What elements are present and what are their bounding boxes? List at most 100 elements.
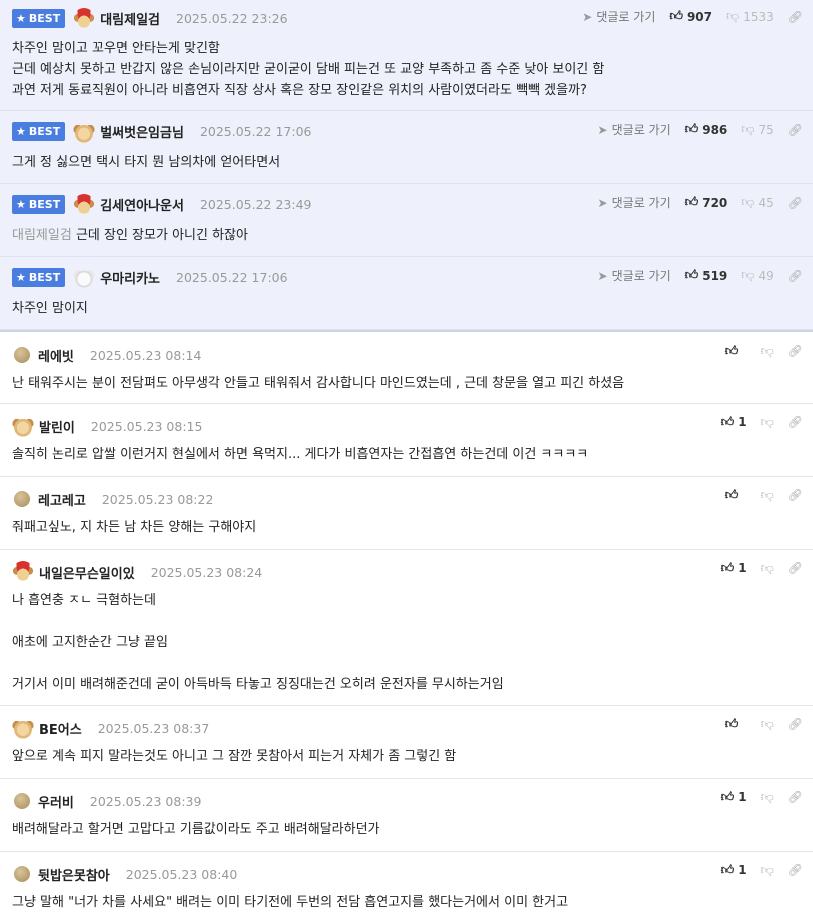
comment: 내일은무슨일이있 2025.05.23 08:24 👍︎ 1 👎︎ 🔗︎ 나 흡연…	[0, 550, 813, 706]
share-link-icon[interactable]: 🔗︎	[788, 790, 803, 804]
best-badge: ★ BEST	[12, 195, 66, 214]
upvote-button[interactable]: 👍︎ 1	[721, 863, 747, 877]
share-link-icon[interactable]: 🔗︎	[788, 269, 803, 283]
best-comment: ★ BEST 벌써벗은임금님 2025.05.22 17:06 ➤ 댓글로 가기 👍…	[0, 111, 813, 184]
nickname[interactable]: 김세연아나운서	[100, 195, 184, 214]
comment-body: 차주인 맘이지	[12, 301, 88, 316]
thumb-up-icon: 👍︎	[684, 195, 699, 210]
comment: 발린이 2025.05.23 08:15 👍︎ 1 👎︎ 🔗︎ 솔직히 논리로 압…	[0, 404, 813, 477]
star-icon: ★	[16, 125, 26, 138]
comment: 레고레고 2025.05.23 08:22 👍︎ 👎︎ 🔗︎ 줘패고싶노, 지 …	[0, 477, 813, 550]
nickname[interactable]: BE어스	[39, 719, 82, 738]
star-icon: ★	[16, 12, 26, 25]
comment-date: 2025.05.23 08:22	[101, 491, 214, 507]
share-link-icon[interactable]: 🔗︎	[788, 561, 803, 575]
thumb-down-icon: 👎︎	[760, 560, 774, 576]
share-link-icon[interactable]: 🔗︎	[788, 123, 803, 137]
upvote-button[interactable]: 👍︎ 720	[685, 196, 728, 210]
nickname[interactable]: 우러비	[38, 792, 74, 811]
comment-date: 2025.05.22 23:26	[176, 11, 288, 26]
avatar	[14, 347, 30, 363]
avatar	[73, 193, 96, 216]
thumb-up-icon: 👍︎	[684, 122, 699, 137]
downvote-button[interactable]: 👎︎	[761, 864, 774, 877]
upvote-button[interactable]: 👍︎ 1	[721, 561, 747, 575]
downvote-button[interactable]: 👎︎	[761, 345, 774, 358]
best-comment: ★ BEST 대림제일검 2025.05.22 23:26 ➤ 댓글로 가기 👍︎ 9…	[0, 0, 813, 111]
comment-date: 2025.05.23 08:37	[97, 720, 210, 736]
share-link-icon[interactable]: 🔗︎	[788, 717, 803, 731]
reply-link[interactable]: ➤ 댓글로 가기	[582, 8, 655, 25]
thumb-down-icon: 👎︎	[760, 343, 774, 359]
share-link-icon[interactable]: 🔗︎	[788, 415, 803, 429]
avatar	[14, 793, 30, 809]
avatar	[73, 7, 96, 30]
reply-arrow-icon: ➤	[597, 122, 608, 137]
comment-body: 배려해달라고 할거면 고맙다고 기름값이라도 주고 배려해달라하던가	[12, 822, 380, 837]
share-link-icon[interactable]: 🔗︎	[788, 344, 803, 358]
thumb-up-icon: 👍︎	[724, 487, 739, 503]
thumb-down-icon: 👎︎	[741, 268, 755, 283]
comment-body: 그게 정 싫으면 택시 타지 뭔 남의차에 얻어타면서	[12, 155, 281, 170]
avatar	[14, 491, 30, 507]
share-link-icon[interactable]: 🔗︎	[788, 10, 803, 24]
nickname[interactable]: 내일은무슨일이있	[39, 563, 135, 582]
upvote-button[interactable]: 👍︎	[725, 344, 747, 358]
downvote-button[interactable]: 👎︎ 1533	[726, 10, 774, 24]
best-badge: ★ BEST	[12, 122, 66, 141]
nickname[interactable]: 우마리카노	[100, 268, 160, 287]
upvote-button[interactable]: 👍︎ 907	[669, 10, 712, 24]
thumb-up-icon: 👍︎	[724, 716, 739, 732]
comment-date: 2025.05.23 08:14	[89, 347, 202, 363]
share-link-icon[interactable]: 🔗︎	[788, 196, 803, 210]
reply-link[interactable]: ➤ 댓글로 가기	[598, 267, 671, 284]
nickname[interactable]: 레고레고	[38, 490, 86, 509]
comment-body: 그냥 말해 "너가 차를 사세요" 배려는 이미 타기전에 두번의 전담 흡연고…	[12, 895, 569, 910]
comment-date: 2025.05.22 23:49	[199, 197, 312, 212]
comment: 우러비 2025.05.23 08:39 👍︎ 1 👎︎ 🔗︎ 배려해달라고 할거…	[0, 779, 813, 852]
comment: BE어스 2025.05.23 08:37 👍︎ 👎︎ 🔗︎ 앞으로 계속 피지…	[0, 706, 813, 779]
best-comment: ★ BEST 우마리카노 2025.05.22 17:06 ➤ 댓글로 가기 👍︎ 5…	[0, 257, 813, 330]
comment-body: 대림제일검 근데 장인 장모가 아니긴 하잖아	[12, 228, 248, 243]
star-icon: ★	[16, 198, 26, 211]
comment: 뒷밥은못참아 2025.05.23 08:40 👍︎ 1 👎︎ 🔗︎ 그냥 말해 …	[0, 852, 813, 922]
reply-arrow-icon: ➤	[582, 9, 593, 24]
star-icon: ★	[16, 271, 26, 284]
thumb-up-icon: 👍︎	[669, 9, 683, 24]
upvote-button[interactable]: 👍︎ 1	[721, 790, 747, 804]
thumb-down-icon: 👎︎	[760, 862, 774, 878]
upvote-button[interactable]: 👍︎ 519	[685, 269, 728, 283]
comment-body: 솔직히 논리로 압쌀 이런거지 현실에서 하면 욕먹지... 게다가 비흡연자는…	[12, 447, 589, 462]
comment-date: 2025.05.22 17:06	[199, 124, 312, 139]
thumb-down-icon: 👎︎	[760, 716, 774, 732]
downvote-button[interactable]: 👎︎	[761, 416, 774, 429]
reply-arrow-icon: ➤	[597, 195, 608, 210]
downvote-button[interactable]: 👎︎	[761, 791, 774, 804]
nickname[interactable]: 뒷밥은못참아	[38, 865, 110, 884]
nickname[interactable]: 발린이	[39, 417, 75, 436]
downvote-button[interactable]: 👎︎	[761, 562, 774, 575]
reply-link[interactable]: ➤ 댓글로 가기	[598, 121, 671, 138]
downvote-button[interactable]: 👎︎	[761, 489, 774, 502]
downvote-button[interactable]: 👎︎ 75	[741, 123, 773, 137]
avatar	[12, 561, 34, 583]
downvote-button[interactable]: 👎︎	[761, 718, 774, 731]
upvote-button[interactable]: 👍︎ 1	[721, 415, 747, 429]
nickname[interactable]: 레에빗	[38, 346, 74, 365]
share-link-icon[interactable]: 🔗︎	[788, 488, 803, 502]
avatar	[12, 415, 34, 437]
upvote-button[interactable]: 👍︎	[725, 488, 747, 502]
comment-date: 2025.05.23 08:24	[150, 564, 263, 580]
downvote-button[interactable]: 👎︎ 49	[741, 269, 773, 283]
share-link-icon[interactable]: 🔗︎	[788, 863, 803, 877]
upvote-button[interactable]: 👍︎	[725, 717, 747, 731]
thumb-up-icon: 👍︎	[720, 560, 735, 576]
downvote-button[interactable]: 👎︎ 45	[741, 196, 773, 210]
reply-link[interactable]: ➤ 댓글로 가기	[598, 194, 671, 211]
upvote-button[interactable]: 👍︎ 986	[685, 123, 728, 137]
nickname[interactable]: 대림제일검	[100, 9, 160, 28]
nickname[interactable]: 벌써벗은임금님	[100, 122, 184, 141]
thumb-up-icon: 👍︎	[720, 789, 735, 805]
comment-date: 2025.05.23 08:15	[90, 418, 203, 434]
mention[interactable]: 대림제일검	[12, 228, 72, 243]
